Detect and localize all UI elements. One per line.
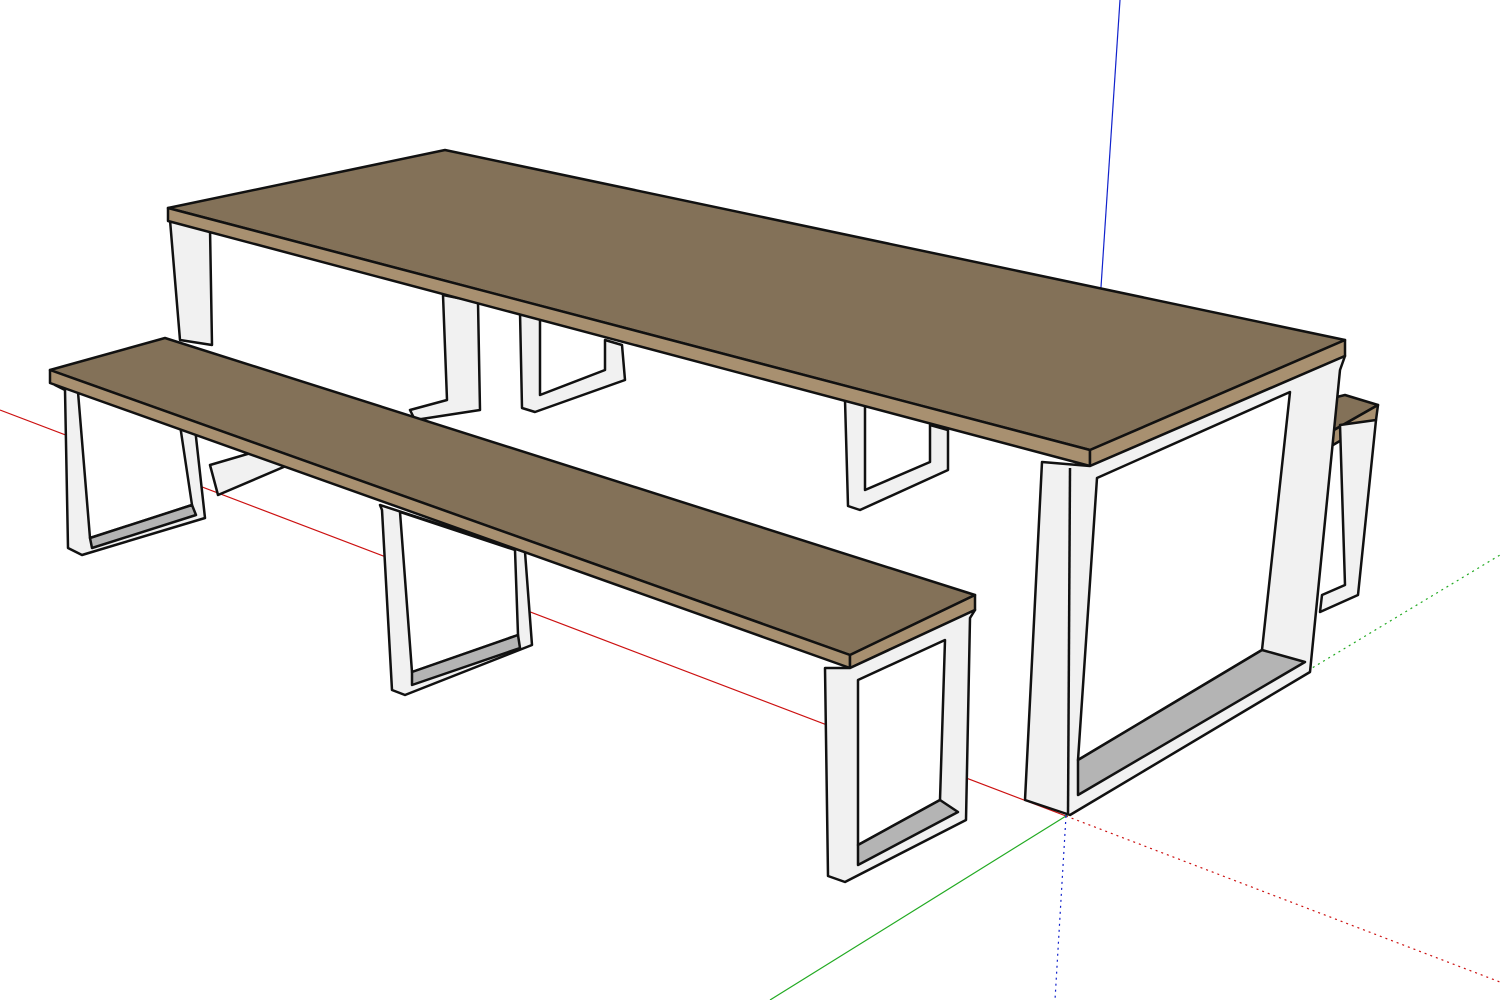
table-leg-left — [168, 218, 214, 347]
front-bench[interactable] — [48, 336, 977, 884]
table-leg-back-left — [408, 293, 482, 422]
red-axis-negative — [1065, 815, 1500, 983]
sketchup-viewport[interactable] — [0, 0, 1500, 1000]
blue-axis-negative — [1054, 815, 1067, 1000]
model-canvas[interactable] — [0, 0, 1500, 1000]
